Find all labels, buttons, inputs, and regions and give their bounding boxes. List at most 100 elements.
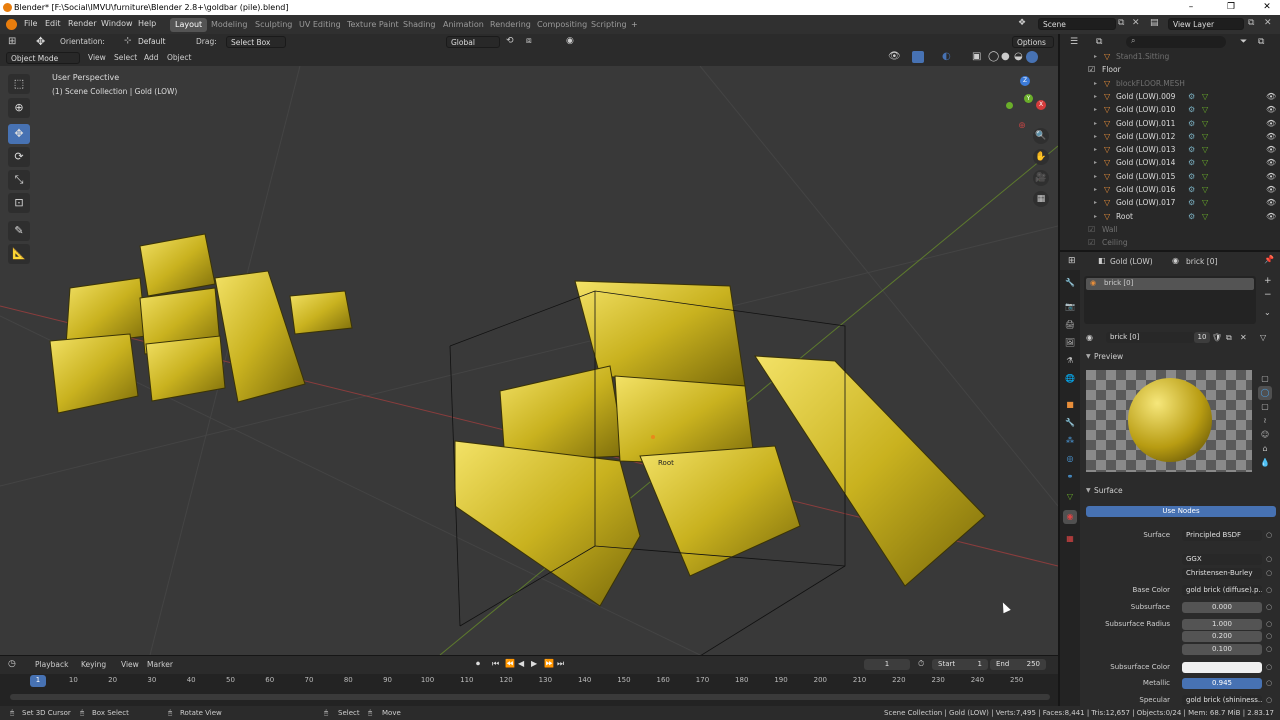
keyframe-dot-icon[interactable]: ○ xyxy=(1266,632,1272,640)
display-mode-icon[interactable]: ⧉ xyxy=(1096,37,1102,47)
texture-tab-icon[interactable]: ▦ xyxy=(1063,532,1077,546)
property-value-field[interactable]: Principled BSDF xyxy=(1182,530,1262,541)
render-tab-icon[interactable]: 📷 xyxy=(1063,300,1077,314)
current-frame-field[interactable]: 1 xyxy=(864,659,910,670)
expand-arrow-icon[interactable]: ▸ xyxy=(1094,156,1097,169)
menu-render[interactable]: Render xyxy=(68,19,96,28)
visibility-eye-icon[interactable]: 👁 xyxy=(1266,196,1276,209)
property-value-field[interactable]: 0.200 xyxy=(1182,631,1262,642)
collection-checkbox-icon[interactable]: ☑ xyxy=(1088,223,1095,236)
view-layer-selector[interactable]: View Layer xyxy=(1168,18,1244,30)
tab-modeling[interactable]: Modeling xyxy=(206,18,252,32)
ortho-grid-icon[interactable]: ▦ xyxy=(1033,191,1049,207)
material-shading-icon[interactable]: ◒ xyxy=(1014,51,1023,62)
slot-specials-icon[interactable]: ⌄ xyxy=(1264,308,1271,317)
fake-user-icon[interactable]: 🛡 xyxy=(1212,333,1222,342)
expand-arrow-icon[interactable]: ▸ xyxy=(1094,50,1097,63)
gizmo-x-axis[interactable]: X xyxy=(1036,100,1046,110)
tab-uv-editing[interactable]: UV Editing xyxy=(294,18,346,32)
collection-checkbox-icon[interactable]: ☑ xyxy=(1088,63,1095,76)
material-name-field[interactable]: brick [0] xyxy=(1106,332,1194,343)
preview-panel-header[interactable]: Preview xyxy=(1094,352,1123,361)
link-mode-icon[interactable]: ▽ xyxy=(1260,333,1266,342)
jump-end-icon[interactable]: ⏭ xyxy=(557,659,564,669)
property-value-field[interactable]: gold brick (diffuse).p... xyxy=(1182,585,1262,596)
visibility-eye-icon[interactable]: 👁 xyxy=(1266,210,1276,223)
jump-start-icon[interactable]: ⏮ xyxy=(492,659,499,669)
rendered-shading-icon[interactable] xyxy=(1026,51,1038,63)
transform-orientation-dropdown[interactable]: Global xyxy=(446,36,500,48)
tab-rendering[interactable]: Rendering xyxy=(485,18,536,32)
keyframe-dot-icon[interactable]: ○ xyxy=(1266,645,1272,653)
pin-icon[interactable]: 📌 xyxy=(1264,255,1274,264)
menu-marker[interactable]: Marker xyxy=(147,659,173,671)
navigation-gizmo[interactable]: Z X Y xyxy=(1002,74,1050,122)
use-nodes-button[interactable]: Use Nodes xyxy=(1086,506,1276,517)
property-value-field[interactable]: 0.945 xyxy=(1182,678,1262,689)
snap-icon[interactable]: ⧈ xyxy=(526,36,532,46)
menu-add[interactable]: Add xyxy=(144,52,159,64)
xray-icon[interactable]: ▣ xyxy=(972,51,981,62)
expand-arrow-icon[interactable]: ▸ xyxy=(1094,130,1097,143)
menu-help[interactable]: Help xyxy=(138,19,156,28)
output-tab-icon[interactable]: 🖨 xyxy=(1063,318,1077,332)
outliner-row[interactable]: ▸ ▽ Gold (LOW).014 ⚙ ▽ 👁 xyxy=(1060,156,1280,169)
duplicate-material-icon[interactable]: ⧉ xyxy=(1226,333,1232,343)
add-workspace-button[interactable]: + xyxy=(626,18,643,32)
outliner-row[interactable]: ▸ ▽ Gold (LOW).012 ⚙ ▽ 👁 xyxy=(1060,130,1280,143)
transform-tool-button[interactable]: ⊡ xyxy=(8,193,30,213)
visibility-eye-icon[interactable]: 👁 xyxy=(1266,130,1276,143)
timeline-scrollbar[interactable] xyxy=(10,694,1050,700)
record-icon[interactable]: ⏺ xyxy=(476,659,480,669)
timeline-ruler[interactable]: 1 10 20 30 40 50 60 70 80 90 100 110 120 130 140 150 160… xyxy=(0,674,1058,688)
menu-timeline-view[interactable]: View xyxy=(121,659,139,671)
zoom-icon[interactable]: 🔍 xyxy=(1033,128,1049,144)
preview-monkey-icon[interactable]: ☺ xyxy=(1258,428,1272,442)
property-value-field[interactable]: 0.000 xyxy=(1182,602,1262,613)
visibility-eye-icon[interactable]: 👁 xyxy=(1266,117,1276,130)
preview-hair-icon[interactable]: ≀ xyxy=(1258,414,1272,428)
keyframe-dot-icon[interactable]: ○ xyxy=(1266,586,1272,594)
expand-arrow-icon[interactable]: ▸ xyxy=(1094,170,1097,183)
gizmo-neg-y-axis[interactable] xyxy=(1006,102,1013,109)
visibility-eye-icon[interactable]: 👁 xyxy=(1266,143,1276,156)
preview-collapse-icon[interactable]: ▼ xyxy=(1086,353,1091,360)
outliner-row[interactable]: ☑ Ceiling xyxy=(1060,236,1280,249)
outliner-row[interactable]: ▸ ▽ Gold (LOW).011 ⚙ ▽ 👁 xyxy=(1060,117,1280,130)
move-tool-button[interactable]: ✥ xyxy=(8,124,30,144)
outliner-row[interactable]: ☑ Floor xyxy=(1060,63,1280,76)
outliner-row[interactable]: ▸ ▽ blockFLOOR.MESH xyxy=(1060,77,1280,90)
mode-dropdown[interactable]: Object Mode xyxy=(6,52,80,64)
outliner-row[interactable]: ▸ ▽ Gold (LOW).016 ⚙ ▽ 👁 xyxy=(1060,183,1280,196)
keyframe-dot-icon[interactable]: ○ xyxy=(1266,696,1272,704)
menu-window[interactable]: Window xyxy=(101,19,133,28)
outliner-row[interactable]: ▸ ▽ Gold (LOW).015 ⚙ ▽ 👁 xyxy=(1060,170,1280,183)
outliner-row[interactable]: ▸ ▽ Gold (LOW).013 ⚙ ▽ 👁 xyxy=(1060,143,1280,156)
tab-layout[interactable]: Layout xyxy=(170,18,208,32)
tab-shading[interactable]: Shading xyxy=(398,18,441,32)
keyframe-dot-icon[interactable]: ○ xyxy=(1266,620,1272,628)
menu-edit[interactable]: Edit xyxy=(45,19,61,28)
visibility-eye-icon[interactable]: 👁 xyxy=(1266,103,1276,116)
prev-keyframe-icon[interactable]: ⏪ xyxy=(505,659,515,668)
outliner-row[interactable]: ▸ ▽ Gold (LOW).009 ⚙ ▽ 👁 xyxy=(1060,90,1280,103)
drag-dropdown[interactable]: Select Box xyxy=(226,36,286,48)
gizmo-toggle-icon[interactable] xyxy=(912,51,924,63)
end-frame-field[interactable]: End 250 xyxy=(990,659,1046,670)
collection-checkbox-icon[interactable]: ☑ xyxy=(1088,236,1095,249)
property-value-field[interactable]: Christensen-Burley xyxy=(1182,568,1262,579)
expand-arrow-icon[interactable]: ▸ xyxy=(1094,117,1097,130)
outliner-row[interactable]: ▸ ▽ Gold (LOW).017 ⚙ ▽ 👁 xyxy=(1060,196,1280,209)
tab-texture-paint[interactable]: Texture Paint xyxy=(342,18,404,32)
delete-scene-icon[interactable]: ✕ xyxy=(1132,18,1140,28)
surface-panel-header[interactable]: Surface xyxy=(1094,486,1123,495)
wireframe-shading-icon[interactable]: ◯ xyxy=(988,51,999,62)
close-button[interactable]: ✕ xyxy=(1254,0,1280,15)
tab-compositing[interactable]: Compositing xyxy=(532,18,592,32)
next-keyframe-icon[interactable]: ⏩ xyxy=(544,659,554,668)
outliner-row[interactable]: ▸ ▽ Gold (LOW).010 ⚙ ▽ 👁 xyxy=(1060,103,1280,116)
particles-tab-icon[interactable]: ⁂ xyxy=(1063,434,1077,448)
keyframe-dot-icon[interactable]: ○ xyxy=(1266,531,1272,539)
annotate-tool-button[interactable]: ✎ xyxy=(8,221,30,241)
visibility-eye-icon[interactable]: 👁 xyxy=(1266,170,1276,183)
